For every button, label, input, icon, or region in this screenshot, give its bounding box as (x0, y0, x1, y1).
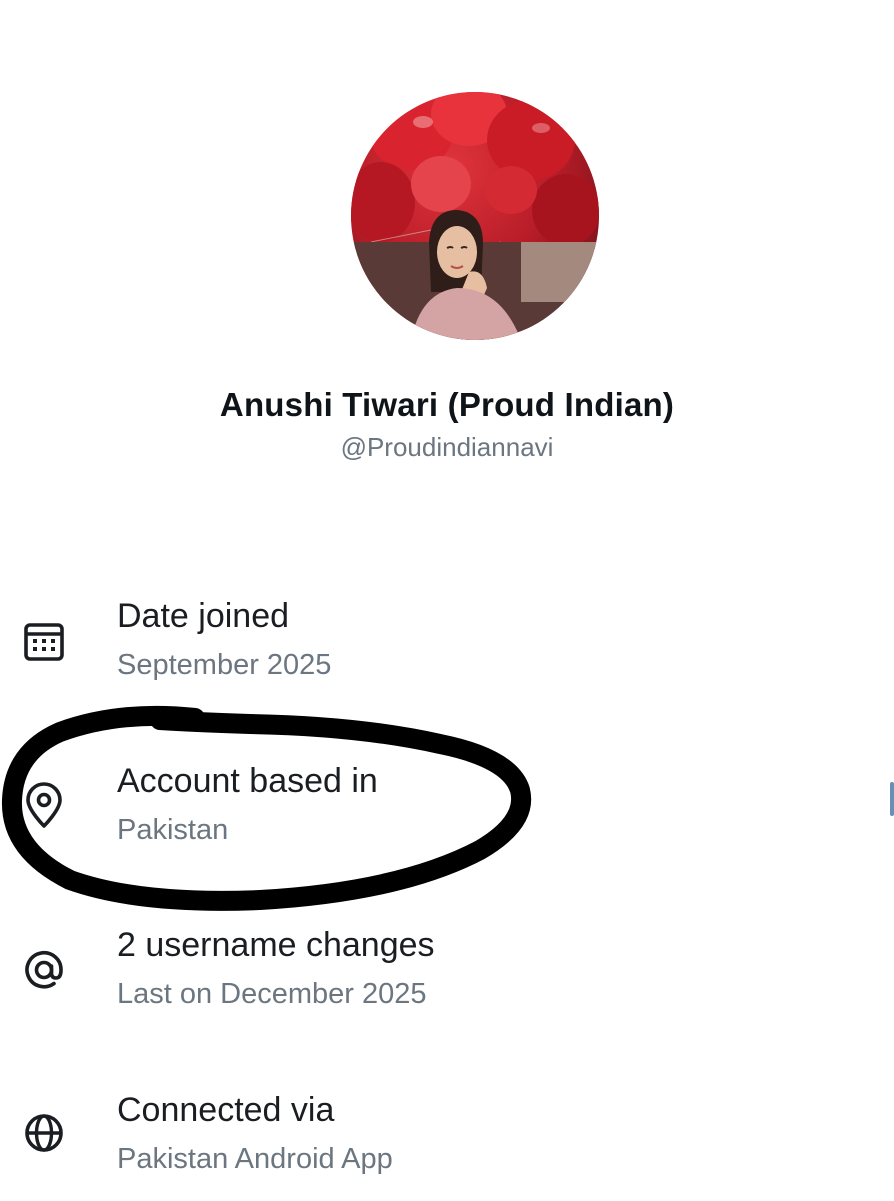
profile-avatar[interactable] (351, 92, 599, 340)
calendar-icon (18, 615, 70, 667)
location-pin-icon (18, 780, 70, 832)
username-handle[interactable]: @Proudindiannavi (0, 432, 894, 463)
profile-about-screen: Anushi Tiwari (Proud Indian) @Proudindia… (0, 0, 894, 1199)
date-joined-value: September 2025 (117, 649, 332, 681)
username-changes-value: Last on December 2025 (117, 978, 427, 1010)
connected-via-label: Connected via (117, 1091, 335, 1129)
display-name: Anushi Tiwari (Proud Indian) (219, 386, 675, 423)
edge-mark (890, 782, 894, 816)
at-sign-icon (18, 944, 70, 996)
connected-via-value: Pakistan Android App (117, 1143, 393, 1175)
username-changes-row[interactable]: 2 username changes Last on December 2025 (0, 926, 894, 1036)
date-joined-row: Date joined September 2025 (0, 597, 894, 707)
date-joined-label: Date joined (117, 597, 290, 635)
avatar-image (351, 92, 599, 340)
account-based-in-row: Account based in Pakistan (0, 762, 894, 872)
connected-via-row: Connected via Pakistan Android App (0, 1091, 894, 1201)
globe-icon (18, 1107, 70, 1159)
account-based-in-value: Pakistan (117, 814, 229, 846)
username-changes-label: 2 username changes (117, 926, 435, 964)
account-based-in-label: Account based in (117, 762, 378, 800)
